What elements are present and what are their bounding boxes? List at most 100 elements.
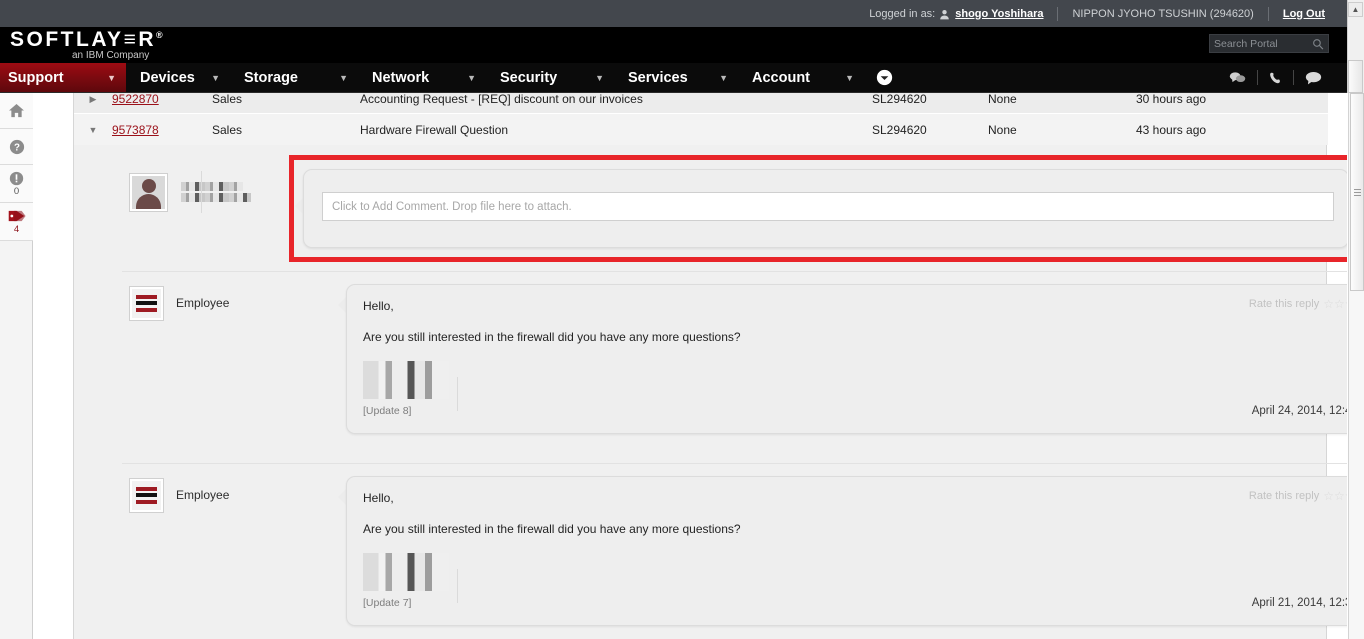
reply-body: Hello, Are you still interested in the f… <box>347 285 1347 399</box>
ticket-assigned-cell: None <box>988 122 1017 137</box>
chevron-down-icon[interactable]: ▼ <box>211 73 230 83</box>
nav-status-check[interactable] <box>864 63 904 92</box>
logged-in-username-link[interactable]: shogo Yoshihara <box>955 8 1043 20</box>
author-divider <box>201 171 202 213</box>
nav-label-services: Services <box>628 69 688 86</box>
nav-item-services[interactable]: Services ▼ <box>614 63 738 92</box>
svg-text:?: ? <box>14 142 20 153</box>
reply-greeting: Hello, <box>363 491 394 505</box>
logo-subtitle: an IBM Company <box>72 50 150 61</box>
phone-icon[interactable] <box>1269 71 1282 85</box>
nav-item-account[interactable]: Account ▼ <box>738 63 864 92</box>
search-icon[interactable] <box>1312 38 1324 50</box>
ticket-group-cell: Sales <box>212 122 243 137</box>
logo-text-2: R <box>138 28 157 51</box>
reply-bubble: Rate this reply ☆☆☆☆☆ Hello, Are you sti… <box>346 476 1347 626</box>
row-twisty[interactable]: ▶ <box>74 94 112 105</box>
left-rail: ? 0 4 <box>0 93 33 639</box>
chat-icon[interactable] <box>1229 71 1246 84</box>
chevron-down-icon[interactable]: ▼ <box>845 73 864 83</box>
ticket-account-cell: SL294620 <box>872 93 927 106</box>
scroll-up-arrow-icon[interactable]: ▲ <box>1348 2 1363 17</box>
speech-bubble-icon[interactable] <box>1305 71 1322 85</box>
page-scrollbar[interactable] <box>1348 93 1364 639</box>
employee-logo-icon <box>130 478 163 512</box>
nav-item-support[interactable]: Support ▼ <box>0 63 126 92</box>
redacted-signature <box>363 361 449 399</box>
logo-text: SOFTLAY <box>10 28 124 51</box>
table-row[interactable]: ▼ 9573878 Sales Hardware Firewall Questi… <box>74 113 1328 145</box>
reply-author-name: Employee <box>176 296 230 310</box>
softlayer-logo[interactable]: SOFTLAY≡R® an IBM Company <box>10 28 163 61</box>
search-portal-box[interactable] <box>1209 34 1329 53</box>
account-name[interactable]: NIPPON JYOHO TSUSHIN (294620) <box>1072 8 1253 20</box>
speech-bubble-icon-wrap[interactable] <box>1294 71 1333 85</box>
chat-icon-wrap[interactable] <box>1218 71 1257 84</box>
nav-item-devices[interactable]: Devices ▼ <box>126 63 230 92</box>
reply-text: Are you still interested in the firewall… <box>363 330 741 344</box>
rate-reply[interactable]: Rate this reply ☆☆☆☆☆ <box>1249 297 1347 311</box>
chevron-down-icon[interactable]: ▼ <box>595 73 614 83</box>
nav-item-security[interactable]: Security ▼ <box>486 63 614 92</box>
reply-text: Are you still interested in the firewall… <box>363 522 741 536</box>
alert-count: 0 <box>13 185 20 197</box>
phone-icon-wrap[interactable] <box>1258 71 1293 85</box>
reply-update-label: [Update 8] <box>363 405 412 417</box>
utility-divider-2 <box>1267 6 1269 21</box>
rail-item-tickets[interactable]: 4 <box>0 203 33 241</box>
reply-block: Employee Rate this reply ☆☆☆☆☆ Hello, Ar… <box>122 271 1347 463</box>
scrollbar-grip-icon <box>1353 187 1361 198</box>
page-scrollbar-thumb[interactable] <box>1350 93 1364 291</box>
reply-author-block: Employee <box>130 478 310 512</box>
browser-scrollbar-thumb[interactable] <box>1348 60 1363 93</box>
ticket-id-link[interactable]: 9522870 <box>112 93 159 106</box>
user-avatar-icon <box>130 173 167 211</box>
ticket-id-cell[interactable]: 9573878 <box>112 123 212 137</box>
rail-item-alerts[interactable]: 0 <box>0 165 33 203</box>
reply-timestamp: April 24, 2014, 12:41 am <box>1251 405 1347 417</box>
main-navigation: Support ▼ Devices ▼ Storage ▼ Network ▼ … <box>0 63 1347 93</box>
nav-item-network[interactable]: Network ▼ <box>358 63 486 92</box>
rail-item-help[interactable]: ? <box>0 129 33 165</box>
nav-label-devices: Devices <box>140 69 195 86</box>
search-input[interactable] <box>1214 37 1312 50</box>
rate-reply-label: Rate this reply <box>1248 490 1320 502</box>
add-comment-input[interactable] <box>322 192 1334 221</box>
redacted-signature <box>363 553 449 591</box>
star-rating-icon[interactable]: ☆☆☆☆☆ <box>1323 489 1347 503</box>
table-row[interactable]: ▶ 9522870 Sales Accounting Request - [RE… <box>74 93 1328 115</box>
tag-icon <box>8 210 26 222</box>
ticket-id-link[interactable]: 9573878 <box>112 123 159 137</box>
add-comment-panel[interactable] <box>303 169 1347 248</box>
chevron-down-icon[interactable]: ▼ <box>467 73 486 83</box>
utility-divider-1 <box>1057 6 1059 21</box>
browser-scrollbar[interactable]: ▲ <box>1347 0 1364 93</box>
chevron-down-icon[interactable]: ▼ <box>339 73 358 83</box>
help-icon: ? <box>9 139 24 154</box>
rate-reply[interactable]: Rate this reply ☆☆☆☆☆ <box>1249 489 1347 503</box>
rail-item-home[interactable] <box>0 93 33 129</box>
nav-label-storage: Storage <box>244 69 298 86</box>
comment-author-block <box>130 168 275 216</box>
nav-label-account: Account <box>752 69 810 86</box>
reply-block: Employee Rate this reply ☆☆☆☆☆ Hello, Ar… <box>122 463 1347 639</box>
signature-divider <box>457 377 458 411</box>
ticket-id-cell[interactable]: 9522870 <box>112 93 212 106</box>
ticket-account-cell: SL294620 <box>872 122 927 137</box>
nav-item-storage[interactable]: Storage ▼ <box>230 63 358 92</box>
redacted-author-name <box>181 180 253 204</box>
check-circle-icon[interactable] <box>876 69 893 86</box>
reply-footer: [Update 8] April 24, 2014, 12:41 am <box>347 405 1347 428</box>
logged-in-label: Logged in as: <box>869 7 936 20</box>
ticket-title-cell: Accounting Request - [REQ] discount on o… <box>360 93 643 106</box>
logo-equals-mark: ≡ <box>123 28 139 51</box>
reply-author-name: Employee <box>176 488 230 502</box>
logout-link[interactable]: Log Out <box>1283 8 1325 20</box>
ticket-updated-cell: 30 hours ago <box>1136 93 1207 106</box>
chevron-down-icon[interactable]: ▼ <box>107 73 126 83</box>
star-rating-icon[interactable]: ☆☆☆☆☆ <box>1323 297 1347 311</box>
ticket-detail-pane: ▶ 9522870 Sales Accounting Request - [RE… <box>73 93 1347 639</box>
row-twisty[interactable]: ▼ <box>74 125 112 135</box>
chevron-down-icon[interactable]: ▼ <box>719 73 738 83</box>
reply-bubble: Rate this reply ☆☆☆☆☆ Hello, Are you sti… <box>346 284 1347 434</box>
